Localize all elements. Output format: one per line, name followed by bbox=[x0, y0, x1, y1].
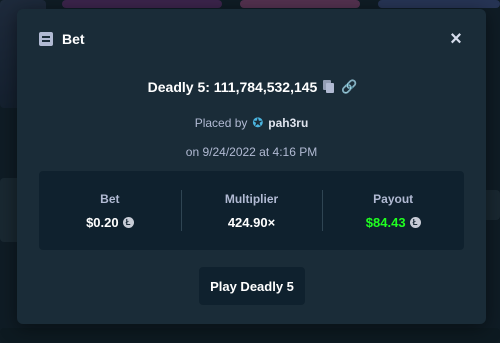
placed-by-label: Placed by bbox=[194, 116, 248, 130]
username-link[interactable]: pah3ru bbox=[268, 116, 308, 130]
bet-date: on 9/24/2022 at 4:16 PM bbox=[185, 145, 318, 159]
stat-multiplier: Multiplier 424.90× bbox=[180, 171, 323, 250]
copy-icon[interactable] bbox=[323, 80, 335, 94]
play-game-button[interactable]: Play Deadly 5 bbox=[199, 267, 305, 305]
stat-label: Payout bbox=[373, 191, 414, 206]
litecoin-icon: Ł bbox=[409, 216, 421, 228]
bet-slip-icon bbox=[39, 32, 53, 46]
stat-payout: Payout $84.43 Ł bbox=[322, 171, 464, 250]
close-icon[interactable]: × bbox=[448, 29, 464, 49]
stat-bet: Bet $0.20 Ł bbox=[39, 171, 181, 250]
user-badge-icon: ✪ bbox=[252, 115, 264, 130]
game-id-row: Deadly 5: 111,784,532,145 🔗 bbox=[17, 79, 486, 95]
stat-value: $84.43 Ł bbox=[366, 215, 421, 230]
bet-amount: $0.20 bbox=[86, 214, 119, 230]
payout-amount: $84.43 bbox=[365, 214, 406, 230]
stat-value: $0.20 Ł bbox=[86, 215, 134, 230]
bet-details-modal: Bet × Deadly 5: 111,784,532,145 🔗 Placed… bbox=[17, 9, 486, 324]
litecoin-icon: Ł bbox=[122, 216, 134, 228]
bet-stats-panel: Bet $0.20 Ł Multiplier 424.90× Payout $8… bbox=[39, 171, 464, 250]
placed-by-row: Placed by ✪ pah3ru bbox=[17, 116, 486, 130]
stat-label: Multiplier bbox=[224, 191, 279, 206]
modal-title: Bet bbox=[62, 31, 85, 47]
multiplier-amount: 424.90× bbox=[227, 214, 276, 230]
game-id: Deadly 5: 111,784,532,145 bbox=[147, 79, 318, 95]
stat-value: 424.90× bbox=[228, 215, 275, 230]
modal-header: Bet × bbox=[39, 29, 464, 49]
link-icon[interactable]: 🔗 bbox=[341, 80, 357, 94]
stat-label: Bet bbox=[100, 191, 120, 206]
